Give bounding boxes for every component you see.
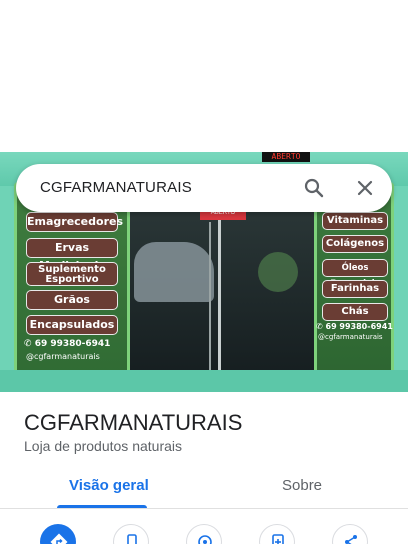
location-icon <box>198 535 212 544</box>
location-button[interactable] <box>186 524 222 544</box>
tab-about[interactable]: Sobre <box>282 477 322 494</box>
share-button[interactable] <box>332 524 368 544</box>
banner-item: Chás <box>322 303 388 321</box>
map-area-blank <box>0 0 408 152</box>
add-place-icon <box>272 534 284 544</box>
banner-item: Colágenos <box>322 235 388 253</box>
door-frame <box>209 222 211 372</box>
close-icon[interactable] <box>353 176 377 200</box>
tab-divider <box>0 508 408 509</box>
banner-item: Óleos Essenciais <box>322 259 388 289</box>
car-reflection <box>134 242 214 302</box>
place-title: CGFARMANATURAIS <box>24 410 243 435</box>
banner-instagram: @cgfarmanaturais <box>26 352 100 361</box>
banner-item: Farinhas <box>322 280 388 298</box>
banner-item: Grãos <box>26 290 118 310</box>
tab-overview[interactable]: Visão geral <box>69 477 149 494</box>
place-category: Loja de produtos naturais <box>24 438 182 454</box>
banner-item: Vitaminas <box>322 212 388 230</box>
door-handle <box>218 212 221 380</box>
banner-instagram-right: @cgfarmanaturais <box>318 333 383 341</box>
led-sign: ABERTO <box>262 152 310 162</box>
plant-reflection <box>258 252 298 292</box>
banner-item: Encapsulados <box>26 315 118 335</box>
banner-phone-right: ✆ 69 99380-6941 <box>316 322 393 331</box>
save-button[interactable] <box>259 524 295 544</box>
banner-item: Ervas Medicinais <box>26 238 118 272</box>
search-icon[interactable] <box>302 176 326 200</box>
call-button[interactable] <box>113 524 149 544</box>
search-input[interactable]: CGFARMANATURAIS <box>40 179 192 196</box>
banner-item: Suplemento Esportivo <box>26 262 118 286</box>
phone-icon <box>127 534 137 544</box>
directions-icon <box>50 533 68 544</box>
directions-button[interactable] <box>40 524 76 544</box>
banner-phone: ✆ 69 99380-6941 <box>24 339 111 349</box>
photo-wall-bottom <box>0 370 408 392</box>
place-info-panel: CGFARMANATURAIS Loja de produtos naturai… <box>0 392 408 544</box>
banner-item: Emagrecedores <box>26 212 123 232</box>
share-icon <box>345 535 357 544</box>
search-bar[interactable]: CGFARMANATURAIS <box>16 164 392 212</box>
